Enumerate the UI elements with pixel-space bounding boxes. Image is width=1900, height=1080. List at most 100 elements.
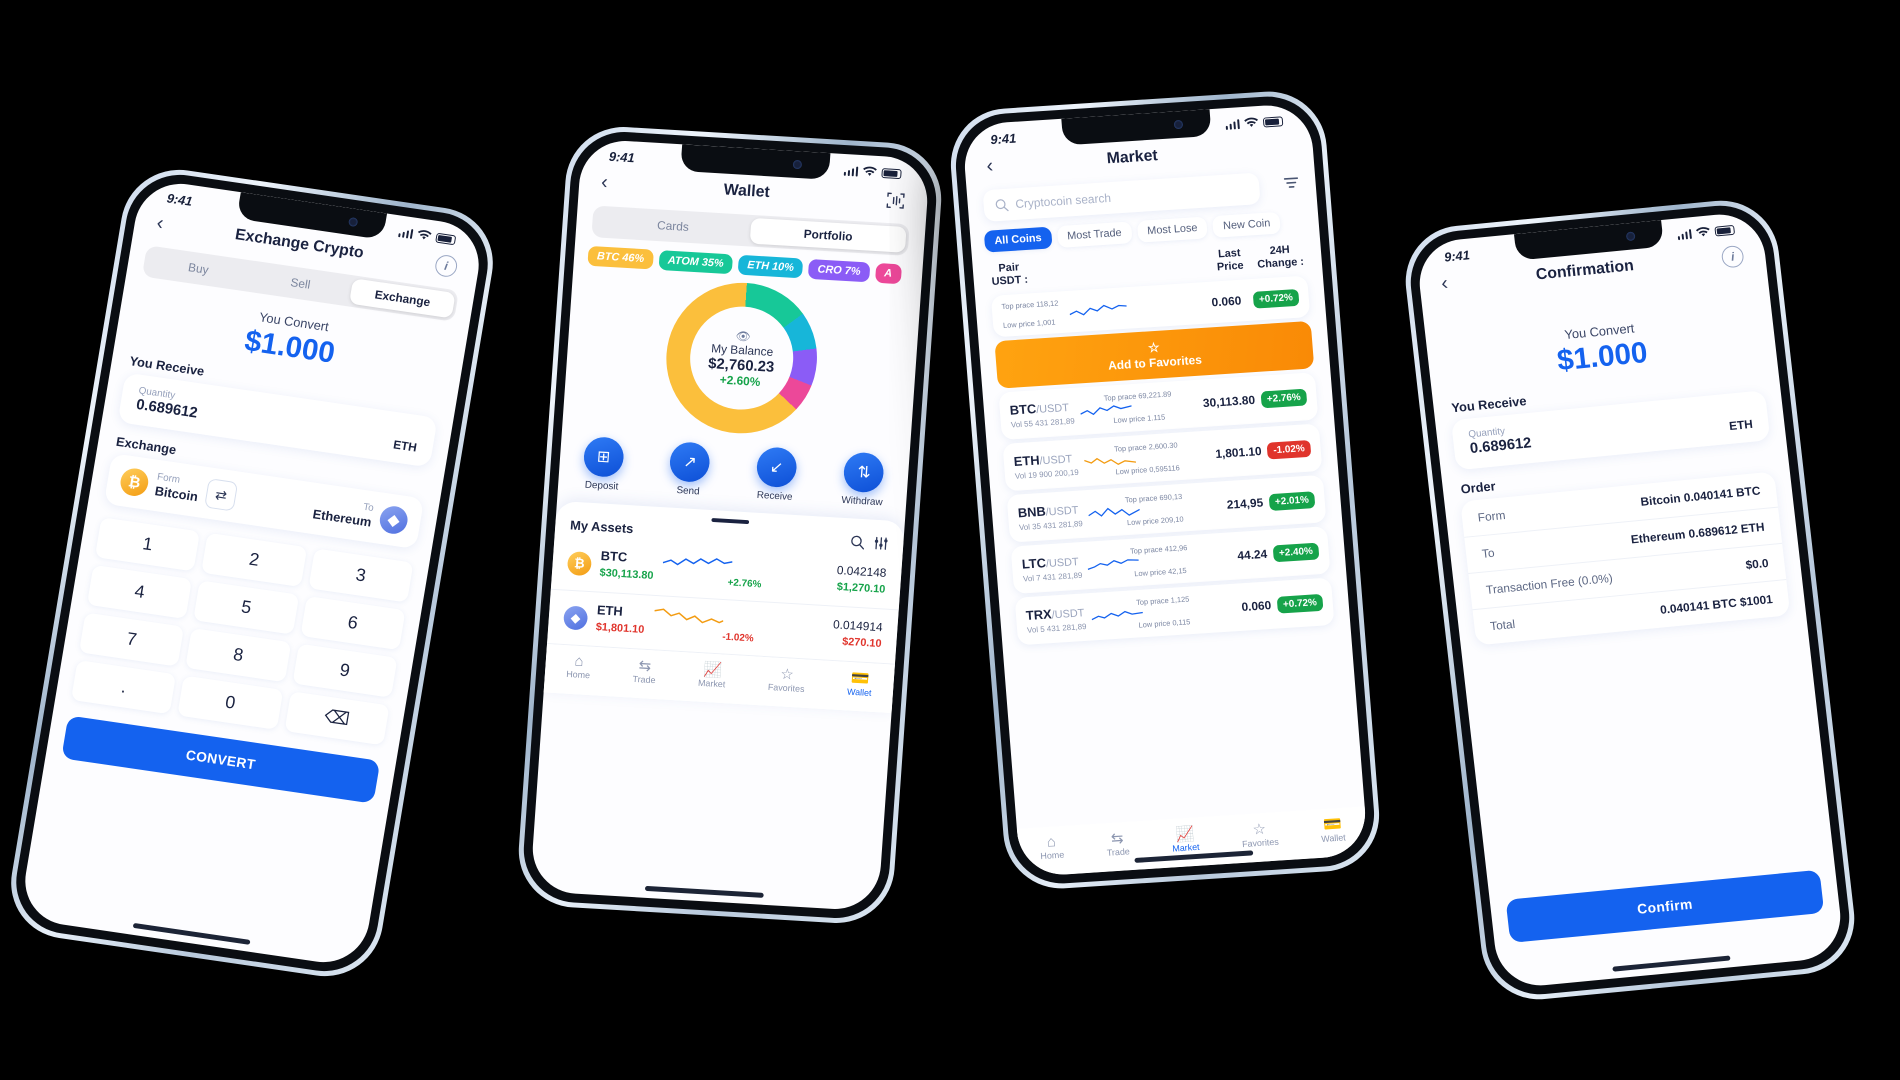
key-2[interactable]: 2 [201, 532, 307, 588]
pair-symbol: TRX [1025, 606, 1053, 624]
assets-sheet: My Assets ₿ BTC $30,113.80 +2.76% 0.0421… [543, 500, 905, 713]
sparkline-bnb: Top prace 690,13 Low price 209,10 [1087, 490, 1222, 530]
sparkline-btc: +2.76% [662, 550, 829, 595]
search-input[interactable]: Cryptocoin search [1015, 191, 1112, 211]
row-top-price: Top prace 69,221.89 [1103, 389, 1172, 403]
action-receive[interactable]: ↙ Receive [754, 446, 798, 503]
asset-change: -1.02% [721, 631, 754, 644]
chip-eth[interactable]: ETH 10% [737, 254, 804, 279]
key-7[interactable]: 7 [78, 612, 185, 667]
row-top-price: Top prace 412,96 [1129, 543, 1188, 557]
filter-icon[interactable] [1282, 173, 1300, 191]
filter-most-lose[interactable]: Most Lose [1136, 216, 1209, 243]
row-top-price: Top prace 690,13 [1124, 492, 1183, 505]
row-price: 30,113.80 [1202, 393, 1256, 411]
scan-icon[interactable] [885, 190, 906, 211]
filter-all-coins[interactable]: All Coins [983, 226, 1053, 253]
status-time: 9:41 [608, 148, 636, 166]
screenshot-stage: 9:41 ‹ Exchange Crypto i Buy Sell Exchan… [0, 0, 1900, 1080]
asset-symbol: BTC [600, 548, 628, 565]
phone-exchange-crypto: 9:41 ‹ Exchange Crypto i Buy Sell Exchan… [2, 162, 502, 984]
chip-cro[interactable]: CRO 7% [807, 258, 871, 283]
home-icon: ⌂ [574, 652, 585, 670]
bitcoin-icon: ₿ [566, 550, 593, 576]
status-time: 9:41 [989, 130, 1017, 148]
info-icon[interactable]: i [433, 253, 459, 278]
sheet-grabber[interactable] [711, 517, 750, 524]
action-deposit-label: Deposit [584, 479, 619, 493]
tab-sell[interactable]: Sell [247, 263, 353, 303]
tab-home[interactable]: ⌂ Home [566, 652, 592, 681]
pair-quote: /USDT [1039, 453, 1073, 468]
row-change-badge: -1.02% [1266, 439, 1312, 460]
key-8[interactable]: 8 [185, 627, 291, 683]
confirm-button[interactable]: Confirm [1505, 869, 1825, 943]
order-value: 0.040141 BTC $1001 [1659, 592, 1774, 617]
row-change-badge: +2.40% [1272, 542, 1320, 563]
chip-btc[interactable]: BTC 46% [587, 245, 654, 270]
key-9[interactable]: 9 [292, 643, 398, 698]
tab-trade[interactable]: ⇆ Trade [1105, 829, 1130, 858]
filter-most-trade[interactable]: Most Trade [1056, 221, 1133, 248]
row-price: 1,801.10 [1214, 444, 1263, 462]
row-change-badge: +2.76% [1260, 388, 1308, 409]
row-low-price: Low price 1,001 [1002, 317, 1056, 331]
filter-new-coin[interactable]: New Coin [1212, 211, 1282, 238]
chevron-left-icon[interactable]: ‹ [155, 212, 165, 235]
chevron-left-icon[interactable]: ‹ [600, 171, 608, 194]
key-0[interactable]: 0 [177, 675, 284, 730]
tab-favorites[interactable]: ☆ Favorites [1240, 819, 1279, 849]
chevron-left-icon[interactable]: ‹ [1440, 272, 1449, 295]
tab-market[interactable]: 📈 Market [698, 660, 727, 689]
order-key: Form [1477, 508, 1507, 525]
key-5[interactable]: 5 [193, 580, 299, 635]
key-3[interactable]: 3 [308, 548, 414, 603]
ethereum-icon: ◆ [562, 604, 589, 631]
chip-atom[interactable]: ATOM 35% [658, 250, 734, 275]
tab-exchange[interactable]: Exchange [349, 278, 456, 319]
tab-wallet[interactable]: 💳 Wallet [847, 668, 873, 698]
action-receive-label: Receive [756, 489, 793, 503]
info-icon[interactable]: i [1720, 244, 1745, 269]
quantity-currency: ETH [1728, 417, 1754, 434]
chevron-left-icon[interactable]: ‹ [986, 155, 994, 178]
filter-icon[interactable] [873, 535, 889, 551]
action-send-label: Send [676, 485, 700, 498]
search-icon[interactable] [849, 534, 865, 550]
page-title: Confirmation [1535, 256, 1635, 283]
tab-trade[interactable]: ⇆ Trade [632, 656, 657, 685]
key-6[interactable]: 6 [300, 595, 406, 651]
action-deposit[interactable]: ⊞ Deposit [581, 436, 625, 493]
bitcoin-icon: ₿ [118, 466, 151, 498]
pair-volume: Vol 19 900 200,19 [1014, 468, 1080, 482]
quantity-currency: ETH [392, 437, 418, 455]
phone-confirmation: 9:41 ‹ Confirmation i You Convert $1.000… [1399, 195, 1861, 1005]
swap-arrows-icon[interactable]: ⇄ [204, 478, 239, 512]
key-1[interactable]: 1 [94, 517, 201, 572]
tab-home[interactable]: ⌂ Home [1039, 833, 1065, 862]
tab-wallet[interactable]: 💳 Wallet [1319, 815, 1346, 844]
key-dot[interactable]: . [70, 660, 177, 715]
pair-symbol: ETH [1013, 452, 1041, 470]
sparkline-eth: Top prace 2,600.30 Low price 0,595116 [1083, 439, 1211, 479]
tab-favorites[interactable]: ☆ Favorites [768, 664, 807, 693]
chip-other[interactable]: A [874, 262, 902, 285]
wifi-icon [863, 166, 877, 176]
key-4[interactable]: 4 [86, 564, 193, 620]
wallet-icon: 💳 [1322, 815, 1343, 834]
backspace-icon[interactable]: ⌫ [284, 691, 390, 746]
sparkline-ltc: Top prace 412,96 Low price 42,15 [1086, 541, 1232, 582]
row-change-badge: +0.72% [1276, 593, 1324, 614]
tab-market[interactable]: 📈 Market [1171, 824, 1200, 853]
to-label: To [362, 501, 375, 514]
action-withdraw[interactable]: ⇅ Withdraw [841, 451, 886, 508]
row-change-badge: +2.01% [1268, 491, 1316, 511]
action-send[interactable]: ↗ Send [668, 441, 712, 498]
ethereum-icon: ◆ [377, 504, 410, 536]
col-pair-sub: USDT : [991, 273, 1029, 288]
home-icon: ⌂ [1046, 833, 1057, 851]
order-value: $0.0 [1744, 556, 1770, 572]
wifi-icon [417, 230, 432, 240]
tab-buy[interactable]: Buy [145, 249, 251, 289]
signal-icon [397, 227, 414, 239]
